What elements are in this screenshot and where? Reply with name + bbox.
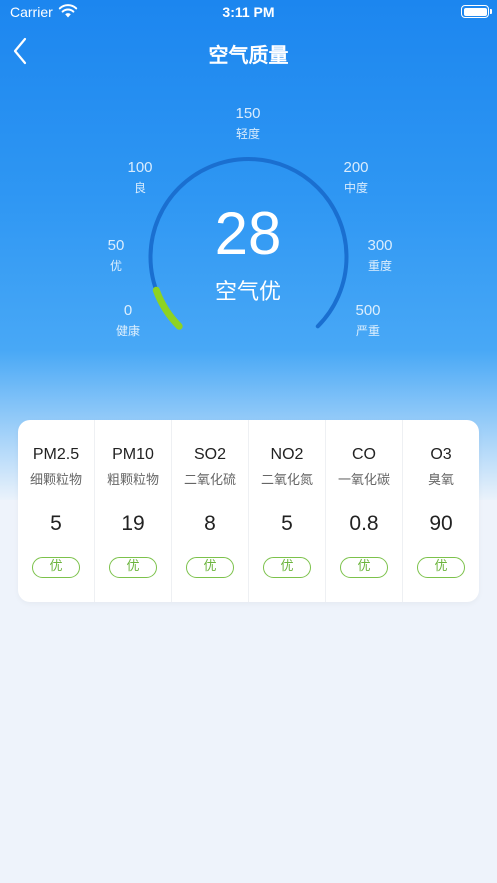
gauge-tick-200: 200 中度 (328, 159, 384, 196)
tick-label: 轻度 (235, 127, 260, 141)
tick-label: 健康 (115, 324, 140, 338)
tick-value: 100 (127, 159, 153, 176)
gauge-tick-300: 300 重度 (352, 237, 408, 274)
pollutant-level-badge: 优 (186, 557, 234, 578)
pollutant-name: 臭氧 (427, 473, 454, 488)
pollutant-code: PM10 (112, 446, 154, 463)
gauge-tick-0: 0 健康 (100, 302, 156, 339)
pollutant-level-badge: 优 (32, 557, 80, 578)
tick-label: 优 (109, 259, 122, 273)
pollutant-code: O3 (430, 446, 452, 463)
page-title: 空气质量 (208, 43, 289, 67)
pollutant-name: 二氧化硫 (183, 473, 236, 488)
pollutant-value: 8 (204, 512, 216, 535)
pollutant-name: 粗颗粒物 (106, 473, 159, 488)
gauge-tick-150: 150 轻度 (220, 105, 276, 142)
tick-label: 重度 (367, 259, 392, 273)
battery-terminal (490, 9, 492, 14)
pollutant-pm25[interactable]: PM2.5 细颗粒物 5 优 (18, 420, 95, 602)
pollutant-value: 5 (281, 512, 293, 535)
pollutant-level-badge: 优 (417, 557, 465, 578)
pollutant-value: 19 (121, 512, 145, 535)
pollutant-so2[interactable]: SO2 二氧化硫 8 优 (172, 420, 249, 602)
pollutant-name: 细颗粒物 (29, 473, 82, 488)
aqi-value: 28 (214, 200, 282, 267)
tick-value: 300 (367, 237, 393, 254)
pollutant-code: SO2 (193, 446, 226, 463)
pollutant-no2[interactable]: NO2 二氧化氮 5 优 (249, 420, 326, 602)
pollutant-name: 一氧化碳 (337, 473, 390, 488)
pollutant-level-badge: 优 (340, 557, 388, 578)
tick-value: 200 (343, 159, 369, 176)
aqi-status: 空气优 (214, 280, 281, 305)
gauge-tick-100: 100 良 (112, 159, 168, 196)
pollutant-value: 90 (429, 512, 453, 535)
battery-level (463, 7, 487, 16)
nav-bar: 空气质量 (0, 26, 497, 76)
pollutant-value: 0.8 (349, 512, 379, 535)
pollutant-level-badge: 优 (109, 557, 157, 578)
pollutant-level-badge: 优 (263, 557, 311, 578)
pollutant-o3[interactable]: O3 臭氧 90 优 (403, 420, 479, 602)
gauge-tick-500: 500 严重 (340, 302, 396, 339)
pollutant-pm10[interactable]: PM10 粗颗粒物 19 优 (95, 420, 172, 602)
battery-icon (461, 5, 492, 18)
tick-value: 150 (235, 105, 261, 122)
aqi-gauge: 0 健康 50 优 100 良 150 轻度 200 中度 300 重度 500… (0, 90, 497, 360)
pollutant-code: NO2 (270, 446, 304, 463)
pollutant-card: PM2.5 细颗粒物 5 优 PM10 粗颗粒物 19 优 SO2 二氧化硫 8… (18, 420, 479, 602)
status-bar: Carrier 3:11 PM (0, 0, 497, 26)
tick-label: 严重 (355, 324, 380, 338)
tick-label: 中度 (343, 181, 368, 195)
tick-value: 50 (107, 237, 125, 254)
pollutant-code: PM2.5 (32, 446, 80, 463)
gauge-tick-50: 50 优 (88, 237, 144, 274)
pollutant-co[interactable]: CO 一氧化碳 0.8 优 (326, 420, 403, 602)
status-time: 3:11 PM (222, 4, 275, 20)
tick-value: 500 (355, 302, 381, 319)
pollutant-code: CO (352, 446, 376, 463)
tick-label: 良 (133, 181, 146, 195)
pollutant-value: 5 (50, 512, 62, 535)
pollutant-name: 二氧化氮 (260, 473, 313, 488)
